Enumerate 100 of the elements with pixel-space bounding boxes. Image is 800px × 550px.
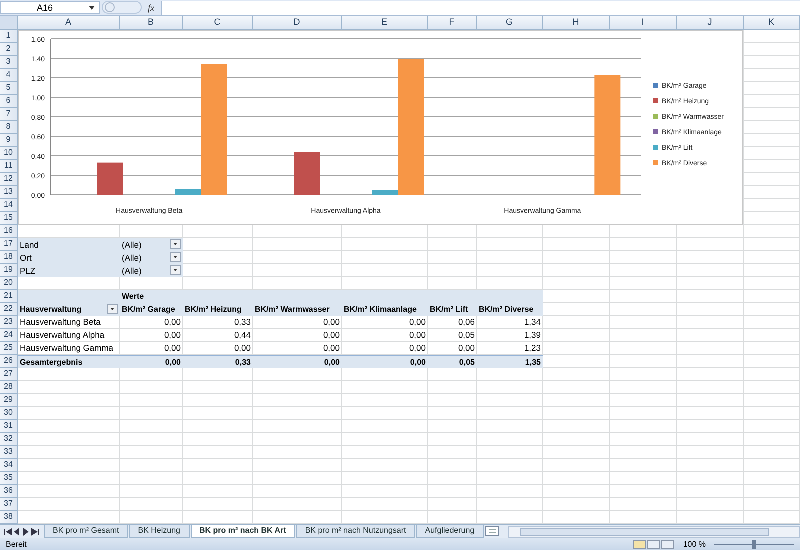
table-cell-text: 0,00 bbox=[457, 342, 476, 354]
row-header[interactable]: 24 bbox=[0, 329, 18, 342]
table-cell-text: 0,06 bbox=[457, 316, 476, 328]
table-cell-text: 0,00 bbox=[408, 342, 427, 354]
slider-thumb[interactable] bbox=[752, 540, 756, 548]
name-box[interactable]: A16 bbox=[0, 1, 100, 14]
column-header[interactable]: A bbox=[18, 16, 120, 30]
column-header[interactable]: E bbox=[342, 16, 428, 30]
column-header[interactable]: C bbox=[183, 16, 253, 30]
column-header[interactable]: I bbox=[610, 16, 677, 30]
row-header[interactable]: 28 bbox=[0, 381, 18, 394]
row-header[interactable]: 15 bbox=[0, 212, 18, 225]
table-cell-text: 0,00 bbox=[163, 329, 182, 341]
insert-function-button[interactable]: fx bbox=[144, 2, 158, 12]
row-header[interactable]: 20 bbox=[0, 277, 18, 290]
total-cell: 0,00 bbox=[120, 355, 183, 368]
filter-dropdown[interactable]: (Alle) bbox=[120, 238, 183, 251]
row-header[interactable]: 12 bbox=[0, 173, 18, 186]
view-buttons-icon[interactable] bbox=[633, 540, 676, 548]
table-cell-text: 0,00 bbox=[163, 342, 182, 354]
status-text: Bereit bbox=[6, 540, 27, 548]
row-header[interactable]: 2 bbox=[0, 43, 18, 56]
row-header[interactable]: 36 bbox=[0, 485, 18, 498]
horizontal-scrollbar[interactable] bbox=[508, 526, 800, 538]
filter-label: PLZ bbox=[18, 264, 120, 277]
filter-label: Land bbox=[18, 238, 120, 251]
row-header[interactable]: 1 bbox=[0, 30, 18, 43]
row-header[interactable]: 9 bbox=[0, 134, 18, 147]
row-header[interactable]: 37 bbox=[0, 498, 18, 511]
row-header[interactable]: 38 bbox=[0, 511, 18, 524]
sheet-tab[interactable]: BK pro m² nach Nutzungsart bbox=[296, 525, 416, 538]
column-header[interactable]: J bbox=[677, 16, 744, 30]
total-cell: 0,33 bbox=[183, 355, 253, 368]
pivot-header: BK/m² Garage bbox=[120, 303, 183, 316]
row-header[interactable]: 3 bbox=[0, 56, 18, 69]
table-cell-text: 0,00 bbox=[322, 316, 341, 328]
pivot-header: BK/m² Diverse bbox=[477, 303, 543, 316]
sheet-tab[interactable]: Aufgliederung bbox=[416, 525, 484, 538]
total-cell: 0,00 bbox=[253, 355, 342, 368]
table-cell-text: 0,00 bbox=[322, 329, 341, 341]
pivot-header: BK/m² Lift bbox=[428, 303, 477, 316]
sheet-tab[interactable]: BK pro m² nach BK Art bbox=[190, 525, 296, 538]
table-cell-text: 1,39 bbox=[523, 329, 542, 341]
row-header[interactable]: 27 bbox=[0, 368, 18, 381]
row-header[interactable]: 16 bbox=[0, 225, 18, 238]
filter-dropdown[interactable]: (Alle) bbox=[120, 264, 183, 277]
pivot-header: BK/m² Heizung bbox=[183, 303, 253, 316]
column-header[interactable]: K bbox=[744, 16, 800, 30]
table-cell-text: 0,00 bbox=[233, 342, 252, 354]
row-header[interactable]: 17 bbox=[0, 238, 18, 251]
row-header[interactable]: 18 bbox=[0, 251, 18, 264]
row-header[interactable]: 33 bbox=[0, 446, 18, 459]
bar bbox=[294, 152, 320, 195]
table-cell-text: 0,00 bbox=[322, 342, 341, 354]
sheet-tab[interactable]: BK Heizung bbox=[129, 525, 190, 538]
column-header[interactable]: B bbox=[120, 16, 183, 30]
filter-dropdown[interactable]: (Alle) bbox=[120, 251, 183, 264]
table-cell-text: 0,05 bbox=[457, 329, 476, 341]
row-header[interactable]: 35 bbox=[0, 472, 18, 485]
total-cell: 0,05 bbox=[428, 355, 477, 368]
table-cell-text: 0,33 bbox=[233, 316, 252, 328]
row-field-dropdown[interactable]: Hausverwaltung bbox=[18, 303, 120, 316]
column-header[interactable]: F bbox=[428, 16, 477, 30]
row-header[interactable]: 6 bbox=[0, 95, 18, 108]
row-header[interactable]: 11 bbox=[0, 160, 18, 173]
new-sheet-icon[interactable] bbox=[484, 526, 501, 537]
row-header[interactable]: 23 bbox=[0, 316, 18, 329]
row-header[interactable]: 14 bbox=[0, 199, 18, 212]
row-header[interactable]: 21 bbox=[0, 290, 18, 303]
row-header[interactable]: 29 bbox=[0, 394, 18, 407]
row-header[interactable]: 22 bbox=[0, 303, 18, 316]
row-header[interactable]: 4 bbox=[0, 69, 18, 82]
row-header[interactable]: 32 bbox=[0, 433, 18, 446]
zoom-level[interactable]: 100 % bbox=[683, 540, 706, 548]
row-header[interactable]: 8 bbox=[0, 121, 18, 134]
row-header[interactable]: 5 bbox=[0, 82, 18, 95]
sheet-tab[interactable]: BK pro m² Gesamt bbox=[44, 525, 128, 538]
total-cell: 0,00 bbox=[342, 355, 428, 368]
row-header[interactable]: 10 bbox=[0, 147, 18, 160]
row-header[interactable]: 7 bbox=[0, 108, 18, 121]
table-cell-text: 0,00 bbox=[163, 316, 182, 328]
bar bbox=[97, 162, 124, 195]
table-cell-text: Hausverwaltung Gamma bbox=[19, 342, 115, 354]
formula-input[interactable] bbox=[160, 0, 800, 14]
row-header[interactable]: 13 bbox=[0, 186, 18, 199]
column-header[interactable]: D bbox=[253, 16, 342, 30]
cancel-enter-icon[interactable] bbox=[102, 1, 142, 14]
pivot-header: BK/m² Warmwasser bbox=[253, 303, 342, 316]
row-header[interactable]: 31 bbox=[0, 420, 18, 433]
table-cell-text: 0,44 bbox=[233, 329, 252, 341]
row-header[interactable]: 25 bbox=[0, 342, 18, 355]
row-header[interactable]: 30 bbox=[0, 407, 18, 420]
column-header[interactable]: H bbox=[543, 16, 610, 30]
table-cell-text: 0,00 bbox=[408, 329, 427, 341]
pivot-header: BK/m² Klimaanlage bbox=[342, 303, 428, 316]
row-header[interactable]: 19 bbox=[0, 264, 18, 277]
column-header[interactable]: G bbox=[477, 16, 543, 30]
row-header[interactable]: 34 bbox=[0, 459, 18, 472]
row-header[interactable]: 26 bbox=[0, 355, 18, 368]
zoom-slider[interactable] bbox=[714, 540, 794, 548]
